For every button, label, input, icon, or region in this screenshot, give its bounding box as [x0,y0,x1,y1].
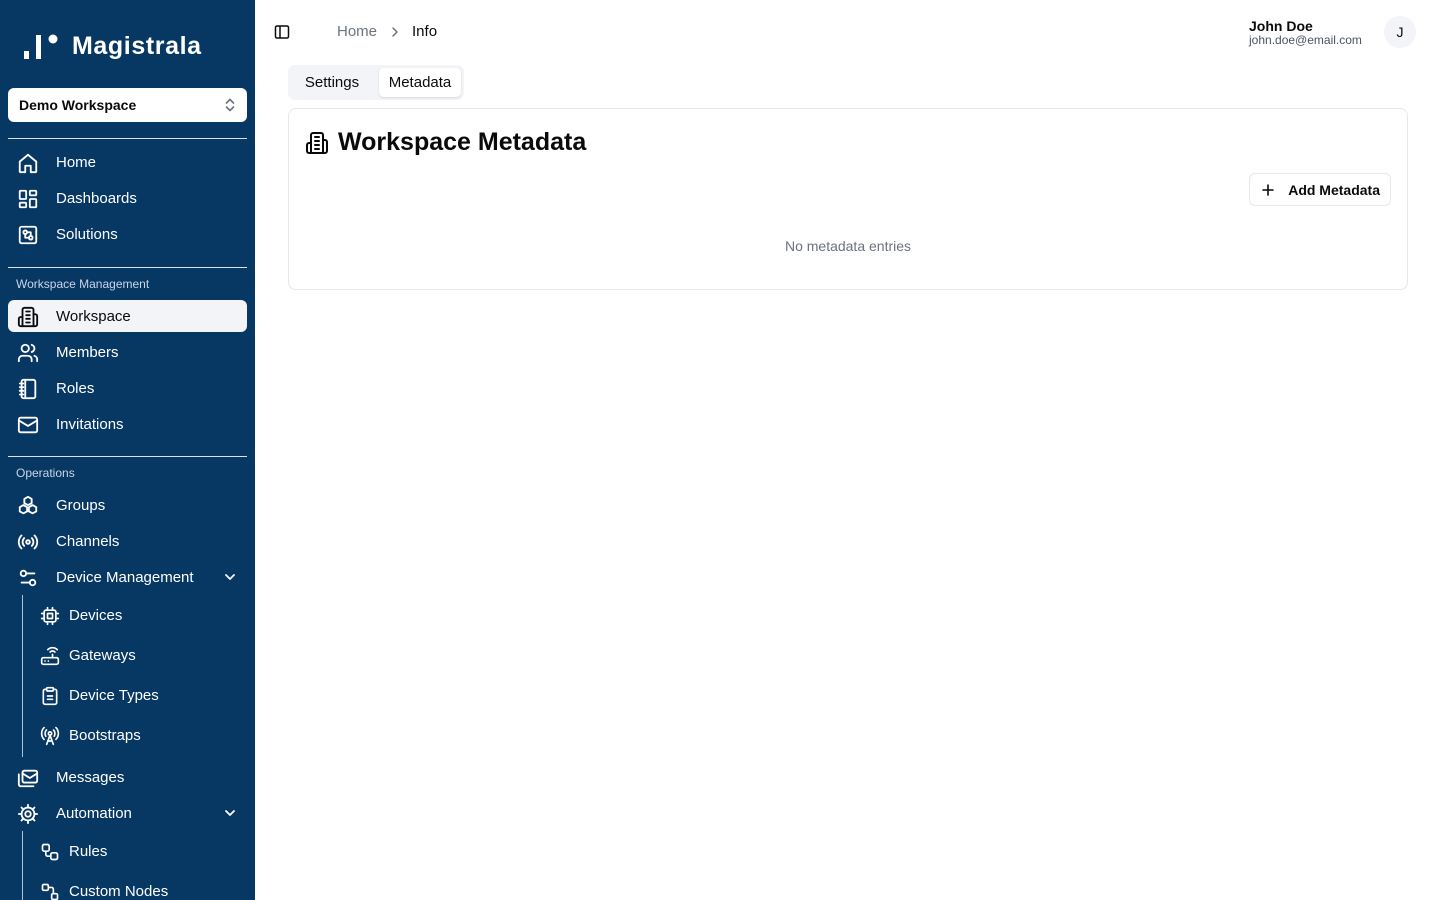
sidebar-item-groups[interactable]: Groups [8,489,247,521]
sidebar-item-label: Automation [56,805,132,822]
sidebar-item-label: Invitations [56,416,124,433]
breadcrumb: Home Info [337,23,437,40]
sidebar-subitem-label: Bootstraps [69,727,141,744]
magistrala-logo-icon [24,34,58,59]
home-icon [16,151,40,175]
user-menu[interactable]: John Doe john.doe@email.com [1249,18,1362,46]
avatar[interactable]: J [1384,16,1416,48]
building-icon [16,305,40,329]
sidebar-subitem-label: Device Types [69,687,159,704]
sidebar-subitem-label: Rules [69,843,108,860]
sidebar-item-invitations[interactable]: Invitations [8,408,247,440]
sidebar-item-label: Home [56,154,97,171]
sidebar-item-home[interactable]: Home [8,146,247,178]
sidebar: Magistrala Demo Workspace Home Dashboard… [0,0,255,900]
sidebar-item-label: Members [56,344,119,361]
sidebar-item-label: Groups [56,497,106,514]
sidebar-item-channels[interactable]: Channels [8,525,247,557]
add-metadata-button[interactable]: Add Metadata [1249,173,1391,206]
gear-icon [16,802,40,826]
sidebar-item-members[interactable]: Members [8,336,247,368]
plus-icon [1262,183,1275,196]
sidebar-subitem-custom-nodes[interactable]: Custom Nodes [32,875,247,900]
chevron-down-icon[interactable] [223,806,237,820]
sidebar-subitem-label: Devices [69,607,123,624]
sidebar-toggle-button[interactable] [270,22,294,42]
sidebar-item-messages[interactable]: Messages [8,761,247,793]
metadata-card: Workspace Metadata Add Metadata No metad… [288,108,1408,290]
notebook-icon [16,377,40,401]
section-title-workspace-management: Workspace Management [16,277,150,291]
dashboard-icon [16,187,40,211]
sidebar-subitem-gateways[interactable]: Gateways [32,639,247,671]
user-email: john.doe@email.com [1249,33,1362,47]
sidebar-item-label: Workspace [56,308,131,325]
user-name: John Doe [1249,18,1313,34]
sidebar-subitem-bootstraps[interactable]: Bootstraps [32,719,247,751]
sidebar-item-label: Device Management [56,569,194,586]
sidebar-item-label: Messages [56,769,125,786]
radio-icon [16,530,40,554]
sidebar-subitem-devices[interactable]: Devices [32,599,247,631]
workflow-icon [40,842,60,862]
submenu-guide-line [22,595,23,757]
boxes-icon [16,494,40,518]
card-header: Workspace Metadata [305,128,586,157]
sliders-icon [16,566,40,590]
antenna-icon [40,726,60,746]
workspace-selector[interactable]: Demo Workspace [8,88,247,122]
mails-icon [16,766,40,790]
sidebar-item-workspace[interactable]: Workspace [8,300,247,332]
sidebar-item-label: Roles [56,380,95,397]
sidebar-divider [8,138,247,139]
solutions-icon [16,223,40,247]
workspace-selector-value: Demo Workspace [19,97,137,113]
sidebar-divider [8,267,247,268]
empty-state-message: No metadata entries [784,238,912,254]
router-icon [40,646,60,666]
sidebar-subitem-device-types[interactable]: Device Types [32,679,247,711]
tab-metadata[interactable]: Metadata [379,68,461,97]
sidebar-subitem-rules[interactable]: Rules [32,835,247,867]
sidebar-item-automation[interactable]: Automation [8,797,247,829]
submenu-guide-line [22,831,23,900]
add-metadata-label: Add Metadata [1288,181,1380,198]
sidebar-divider [8,456,247,457]
building-icon [306,131,328,154]
sidebar-item-device-management[interactable]: Device Management [8,561,247,593]
sidebar-item-label: Solutions [56,226,118,243]
sidebar-item-label: Channels [56,533,120,550]
chevron-right-icon [390,26,400,38]
chevrons-up-down-icon [225,98,235,112]
sidebar-item-solutions[interactable]: Solutions [8,218,247,250]
panel-left-icon [274,25,290,39]
users-icon [16,341,40,365]
brand-logo[interactable]: Magistrala [22,30,202,62]
breadcrumb-home-link[interactable]: Home [337,23,377,40]
chevron-down-icon[interactable] [223,570,237,584]
clipboard-icon [40,686,60,706]
sidebar-subitem-label: Custom Nodes [69,883,169,900]
nodes-icon [40,882,60,900]
sidebar-item-dashboards[interactable]: Dashboards [8,182,247,214]
sidebar-item-label: Dashboards [56,190,137,207]
section-title-operations: Operations [16,466,75,480]
sidebar-item-roles[interactable]: Roles [8,372,247,404]
tab-settings[interactable]: Settings [292,68,372,97]
card-title: Workspace Metadata [338,128,587,156]
cpu-icon [40,606,60,626]
brand-name: Magistrala [72,31,202,60]
mail-icon [16,413,40,437]
tab-list: Settings Metadata [288,65,464,100]
sidebar-subitem-label: Gateways [69,647,136,664]
breadcrumb-current: Info [412,23,438,40]
